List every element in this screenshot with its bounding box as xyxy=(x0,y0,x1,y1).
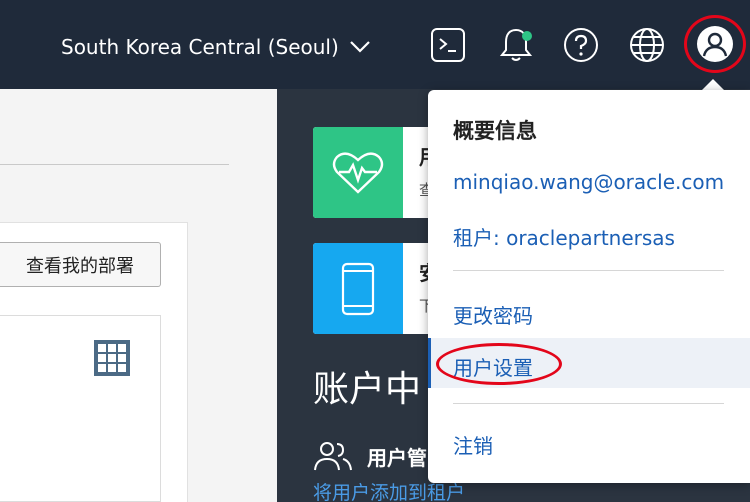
grid-view-icon[interactable] xyxy=(93,339,131,377)
top-navigation-bar: South Korea Central (Seoul) xyxy=(0,0,750,89)
user-menu-button[interactable] xyxy=(684,15,746,73)
help-icon[interactable] xyxy=(561,25,601,65)
region-selector[interactable]: South Korea Central (Seoul) xyxy=(61,30,371,64)
bell-icon[interactable] xyxy=(496,25,536,65)
view-my-deployments-button[interactable]: 查看我的部署 xyxy=(0,242,161,287)
users-section: 用户管 xyxy=(313,440,427,472)
chevron-down-icon xyxy=(350,41,370,53)
user-profile-menu: 概要信息 minqiao.wang@oracle.com 租户: oraclep… xyxy=(428,90,750,483)
region-label: South Korea Central (Seoul) xyxy=(61,35,339,59)
terminal-icon[interactable] xyxy=(428,25,468,65)
profile-heading: 概要信息 xyxy=(453,119,537,143)
change-password-item[interactable]: 更改密码 xyxy=(453,300,533,329)
globe-icon[interactable] xyxy=(627,25,667,65)
menu-divider xyxy=(453,270,724,271)
heart-pulse-icon xyxy=(313,127,403,218)
tenant-link[interactable]: 租户: oraclepartnersas xyxy=(453,222,675,251)
health-tile[interactable]: 用 查 xyxy=(313,127,443,218)
users-label: 用户管 xyxy=(367,445,427,470)
section-divider xyxy=(0,164,229,165)
deployments-list-card xyxy=(0,315,161,502)
mobile-tile[interactable]: 安 下 xyxy=(313,243,443,334)
notification-dot xyxy=(522,31,532,41)
sign-out-item[interactable]: 注销 xyxy=(453,430,493,459)
highlight-circle xyxy=(436,343,562,385)
user-avatar-icon xyxy=(697,26,733,62)
menu-divider xyxy=(453,403,724,404)
profile-email-link[interactable]: minqiao.wang@oracle.com xyxy=(453,170,724,194)
account-center-heading: 账户中 xyxy=(313,369,422,410)
mobile-phone-icon xyxy=(313,243,403,334)
users-icon xyxy=(314,442,352,471)
